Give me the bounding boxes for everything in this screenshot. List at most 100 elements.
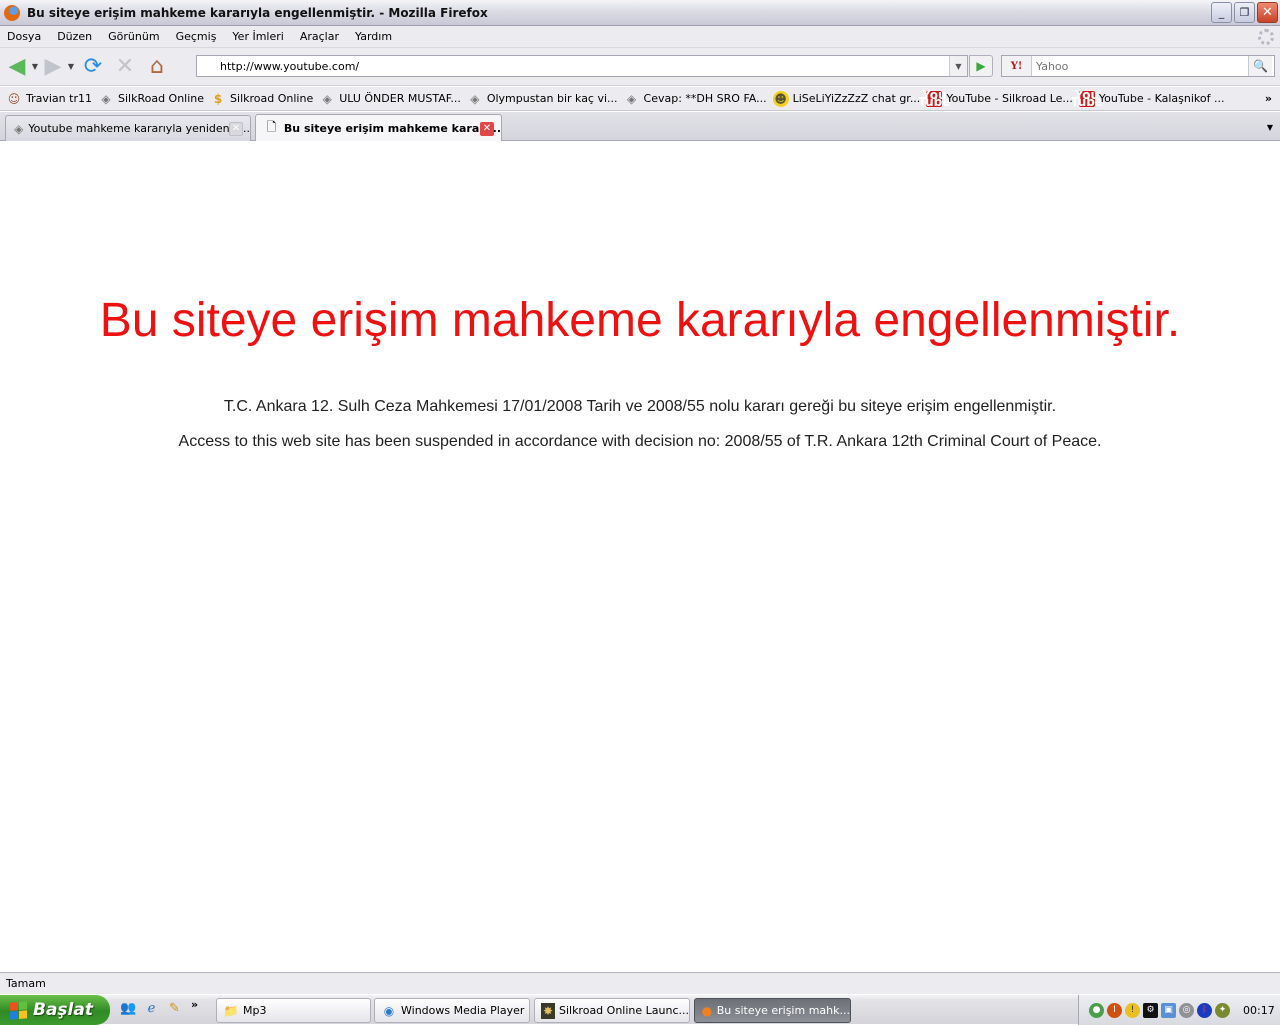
bookmark-label: ULU ÖNDER MUSTAF...: [339, 92, 461, 105]
taskbar-item-firefox[interactable]: ● Bu siteye erişim mahk...: [694, 998, 851, 1023]
forward-button[interactable]: ▶: [40, 54, 66, 80]
diamond-icon: ◈: [14, 121, 24, 136]
menu-history[interactable]: Geçmiş: [168, 30, 225, 43]
task-label: Mp3: [243, 1004, 267, 1017]
internet-explorer-icon[interactable]: ℯ: [143, 1000, 160, 1017]
bookmarks-overflow-chevron-icon[interactable]: »: [1265, 92, 1272, 105]
search-button[interactable]: 🔍: [1248, 56, 1272, 76]
status-bar: Tamam: [0, 972, 1280, 994]
dollar-icon: $: [213, 91, 223, 106]
bookmark-item[interactable]: You Tube YouTube - Kalaşnikof ...: [1071, 89, 1225, 108]
url-input[interactable]: [197, 59, 937, 73]
window-controls: _ ❐ ✕: [1211, 2, 1278, 23]
bluetooth-icon[interactable]: ᛒ: [1197, 1002, 1212, 1018]
diamond-icon: ◈: [626, 91, 637, 106]
taskbar-item-media-player[interactable]: ◉ Windows Media Player: [374, 998, 530, 1023]
throbber-icon: [1258, 29, 1274, 45]
quick-launch-overflow-icon[interactable]: »: [191, 998, 198, 1011]
bookmark-item[interactable]: $ Silkroad Online: [210, 91, 313, 107]
close-tab-icon[interactable]: ✕: [229, 121, 243, 136]
url-bar: ▼: [196, 55, 968, 77]
task-label: Windows Media Player: [401, 1004, 525, 1017]
go-button[interactable]: ▶: [969, 55, 993, 77]
stop-button[interactable]: ✕: [112, 54, 138, 80]
tab-bar: ◈ Youtube mahkeme kararıyla yeniden k...…: [0, 112, 1280, 142]
menu-edit[interactable]: Düzen: [49, 30, 100, 43]
restore-button[interactable]: ❐: [1234, 2, 1255, 23]
menu-file[interactable]: Dosya: [0, 30, 49, 43]
taskbar-item-mp3[interactable]: 📁 Mp3: [216, 998, 371, 1023]
back-arrow-icon: ◀: [8, 54, 26, 79]
reload-icon: ⟳: [83, 54, 103, 79]
volume-icon[interactable]: ◎: [1179, 1002, 1194, 1018]
page-content: Bu siteye erişim mahkeme kararıyla engel…: [0, 141, 1280, 972]
yahoo-icon: Y!: [1010, 60, 1023, 72]
bookmark-label: YouTube - Silkroad Le...: [946, 92, 1073, 105]
app-tray-icon[interactable]: ✦: [1215, 1002, 1230, 1018]
block-notice-turkish: T.C. Ankara 12. Sulh Ceza Mahkemesi 17/0…: [223, 398, 1057, 415]
search-engine-selector[interactable]: Y!: [1002, 56, 1032, 76]
bookmark-label: LiSeLiYiZzZzZ chat gr...: [792, 92, 921, 105]
messenger-status-icon[interactable]: ●: [1089, 1002, 1104, 1018]
bookmark-label: Travian tr11: [26, 92, 92, 105]
bookmark-item[interactable]: ☺ Travian tr11: [6, 91, 92, 107]
home-button[interactable]: ⌂: [144, 54, 170, 80]
reload-button[interactable]: ⟳: [80, 54, 106, 80]
bookmark-item[interactable]: ◈ Olympustan bir kaç vi...: [467, 91, 618, 107]
bookmark-label: SilkRoad Online: [117, 92, 205, 105]
smiley-icon: ☻: [772, 90, 789, 107]
bookmark-item[interactable]: ◈ Cevap: **DH SRO FA...: [624, 91, 767, 107]
bookmark-label: YouTube - Kalaşnikof ...: [1098, 92, 1225, 105]
diamond-icon: ◈: [470, 91, 480, 106]
bookmark-item[interactable]: ☻ LiSeLiYiZzZzZ chat gr...: [772, 90, 921, 107]
taskbar-item-silkroad[interactable]: ✸ Silkroad Online Launc...: [534, 998, 690, 1023]
system-tray: ● I ! ⚙ ▣ ◎ ᛒ ✦ 00:17: [1078, 995, 1280, 1025]
youtube-icon: You Tube: [918, 87, 951, 109]
search-bar: Y! 🔍: [1001, 55, 1275, 77]
bookmark-item[interactable]: ◈ ULU ÖNDER MUSTAF...: [319, 91, 461, 107]
bookmark-label: Olympustan bir kaç vi...: [486, 92, 618, 105]
menu-view[interactable]: Görünüm: [100, 30, 167, 43]
antivirus-icon[interactable]: I: [1107, 1002, 1122, 1018]
clock: 00:17: [1243, 1003, 1275, 1017]
close-tab-icon[interactable]: ✕: [480, 121, 494, 136]
stop-icon: ✕: [115, 54, 135, 79]
pencil-icon[interactable]: ✎: [166, 1000, 183, 1017]
security-shield-icon[interactable]: !: [1125, 1002, 1140, 1018]
bookmark-item[interactable]: ◈ SilkRoad Online: [98, 91, 204, 107]
taskbar: Başlat 👥 ℯ ✎ » 📁 Mp3 ◉ Windows Media Pla…: [0, 994, 1280, 1025]
go-arrow-icon: ▶: [976, 59, 986, 73]
search-input[interactable]: [1032, 59, 1248, 73]
task-label: Silkroad Online Launc...: [558, 1004, 689, 1017]
bookmarks-toolbar: ☺ Travian tr11 ◈ SilkRoad Online $ Silkroad…: [0, 87, 1280, 111]
folder-icon: 📁: [223, 1003, 239, 1018]
bookmark-label: Cevap: **DH SRO FA...: [643, 92, 767, 105]
steam-icon[interactable]: ⚙: [1143, 1002, 1158, 1018]
bookmark-item[interactable]: You Tube YouTube - Silkroad Le...: [918, 87, 1073, 109]
back-history-dropdown[interactable]: ▼: [30, 62, 40, 71]
url-history-dropdown[interactable]: ▼: [949, 56, 967, 76]
status-text: Tamam: [6, 977, 46, 990]
menu-help[interactable]: Yardım: [347, 30, 400, 43]
tab-list-dropdown[interactable]: ▼: [1260, 114, 1280, 140]
network-icon[interactable]: ▣: [1161, 1002, 1176, 1018]
close-button[interactable]: ✕: [1257, 2, 1278, 23]
person-icon: ☺: [7, 91, 21, 106]
tab-youtube-news[interactable]: ◈ Youtube mahkeme kararıyla yeniden k...…: [5, 115, 251, 141]
minimize-button[interactable]: _: [1211, 2, 1232, 23]
home-icon: ⌂: [150, 54, 164, 79]
task-label: Bu siteye erişim mahk...: [716, 1004, 850, 1017]
menu-tools[interactable]: Araçlar: [292, 30, 347, 43]
silkroad-icon: ✸: [541, 1002, 555, 1019]
messenger-icon[interactable]: 👥: [120, 1000, 137, 1017]
forward-history-dropdown[interactable]: ▼: [66, 62, 76, 71]
tab-blocked-page[interactable]: 🗋 Bu siteye erişim mahkeme kararı... ✕: [255, 114, 502, 142]
page-icon: 🗋: [266, 120, 277, 134]
navigation-toolbar: ◀ ▼ ▶ ▼ ⟳ ✕ ⌂ ▼ ▶ Y! 🔍: [0, 48, 1280, 86]
back-button[interactable]: ◀: [4, 54, 30, 80]
menu-bookmarks[interactable]: Yer İmleri: [224, 30, 291, 43]
block-notice-heading: Bu siteye erişim mahkeme kararıyla engel…: [99, 294, 1181, 347]
tab-label: Youtube mahkeme kararıyla yeniden k...: [28, 122, 250, 135]
start-button[interactable]: Başlat: [0, 995, 110, 1025]
firefox-icon: [4, 4, 20, 21]
